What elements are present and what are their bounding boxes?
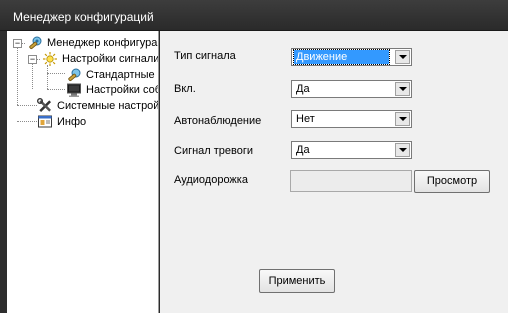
title-bar: Менеджер конфигураций: [0, 0, 508, 31]
alarm-signal-label: Сигнал тревоги: [174, 145, 254, 157]
auto-monitoring-select[interactable]: Нет: [291, 110, 412, 128]
tree-item-label: Настройки сигнализации: [62, 53, 159, 65]
signal-type-select[interactable]: Движение: [291, 48, 412, 66]
window-frame-left: [0, 31, 7, 313]
tree-item-label: Стандартные настройки: [86, 69, 158, 81]
auto-monitoring-label: Автонаблюдение: [174, 115, 262, 127]
alarm-signal-value: Да: [296, 144, 310, 156]
tree-item-standard-settings[interactable]: Стандартные настройки: [66, 67, 158, 83]
alarm-settings-icon: [43, 52, 57, 66]
enabled-select[interactable]: Да: [291, 80, 412, 98]
config-tree: − Менеджер конфигураций − Настройки сигн…: [7, 31, 159, 313]
tree-item-alarm-settings[interactable]: Настройки сигнализации: [42, 51, 159, 67]
monitor-icon: [67, 83, 81, 97]
tree-item-config-manager[interactable]: Менеджер конфигураций: [27, 35, 158, 51]
tree-line: [17, 105, 37, 106]
apply-button[interactable]: Применить: [259, 269, 335, 293]
info-icon: [38, 115, 52, 128]
tree-item-label: Менеджер конфигураций: [47, 37, 158, 49]
tools-icon: [37, 98, 52, 113]
tree-collapse-toggle[interactable]: −: [13, 39, 22, 48]
window-title: Менеджер конфигураций: [13, 10, 154, 24]
tree-line: [17, 121, 37, 122]
audio-track-field[interactable]: [290, 170, 412, 192]
tree-item-system-settings[interactable]: Системные настройки: [37, 98, 159, 114]
signal-type-label: Тип сигнала: [174, 50, 236, 62]
tree-item-info[interactable]: Инфо: [37, 114, 86, 130]
tree-item-label: Инфо: [57, 116, 87, 128]
browse-button[interactable]: Просмотр: [414, 170, 490, 193]
chevron-down-icon[interactable]: [395, 82, 410, 96]
alarm-signal-select[interactable]: Да: [291, 141, 412, 159]
chevron-down-icon[interactable]: [395, 143, 410, 157]
signal-type-value: Движение: [293, 49, 390, 65]
auto-monitoring-value: Нет: [296, 113, 315, 125]
chevron-down-icon[interactable]: [395, 112, 410, 126]
tree-line: [47, 89, 65, 90]
audio-track-label: Аудиодорожка: [174, 174, 248, 186]
tree-line: [47, 65, 48, 89]
standard-settings-icon: [68, 68, 81, 82]
tree-item-label: Системные настройки: [57, 100, 159, 112]
tree-item-label: Настройки событий: [86, 84, 158, 96]
tree-collapse-toggle[interactable]: −: [28, 55, 37, 64]
tree-line: [32, 63, 33, 89]
tree-line: [47, 73, 65, 74]
enabled-label: Вкл.: [174, 83, 196, 95]
tree-item-event-settings[interactable]: Настройки событий: [66, 82, 158, 98]
settings-panel: Тип сигнала Движение Вкл. Да Автонаблюде…: [160, 31, 508, 313]
chevron-down-icon[interactable]: [395, 50, 410, 64]
tree-line: [17, 47, 18, 105]
enabled-value: Да: [296, 83, 310, 95]
config-manager-icon: [29, 36, 42, 50]
